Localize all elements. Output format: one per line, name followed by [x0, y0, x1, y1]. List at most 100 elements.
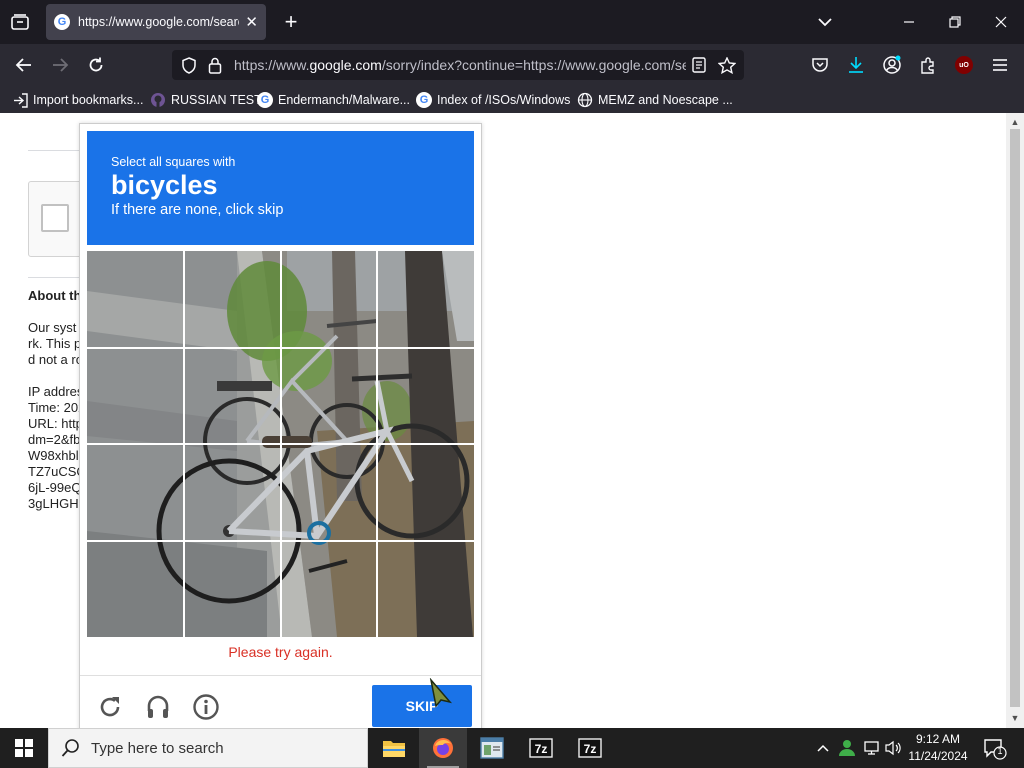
taskbar-search[interactable]: Type here to search [48, 728, 368, 768]
back-button[interactable] [10, 52, 38, 78]
captcha-tile[interactable] [87, 444, 184, 541]
bookmark-label: Import bookmarks... [33, 93, 144, 107]
taskbar-7zip-2[interactable]: 7z [566, 728, 614, 768]
audio-challenge-button[interactable] [142, 691, 174, 723]
user-tray-icon [839, 740, 855, 756]
close-icon [995, 16, 1007, 28]
account-button[interactable] [880, 53, 904, 77]
challenge-header: Select all squares with bicycles If ther… [87, 131, 474, 245]
bookmark-import[interactable]: Import bookmarks... [12, 90, 143, 110]
bookmark-label: Index of /ISOs/Windows [437, 93, 571, 107]
download-icon [849, 57, 863, 73]
taskbar-app-window[interactable] [468, 728, 516, 768]
url-text[interactable]: https://www.google.com/sorry/index?conti… [234, 57, 686, 73]
info-line: 3gLHGH( [28, 496, 83, 511]
restore-button[interactable] [932, 0, 978, 44]
scroll-down-arrow[interactable]: ▼ [1006, 711, 1024, 725]
pocket-icon [812, 58, 828, 72]
tray-people[interactable] [836, 728, 858, 768]
shield-icon[interactable] [180, 56, 198, 74]
body-line: d not a ro [28, 352, 83, 367]
captcha-tile[interactable] [281, 444, 378, 541]
vertical-scrollbar[interactable]: ▲ ▼ [1006, 113, 1024, 728]
challenge-instruction: Select all squares with [111, 155, 236, 169]
7zip-icon: 7z [578, 738, 602, 758]
bookmark-russian-test[interactable]: RUSSIAN TEST [150, 90, 262, 110]
scroll-up-arrow[interactable]: ▲ [1006, 115, 1024, 129]
taskbar-file-explorer[interactable] [370, 728, 418, 768]
bookmark-memz[interactable]: MEMZ and Noescape ... [577, 90, 733, 110]
start-button[interactable] [0, 728, 48, 768]
clock[interactable]: 9:12 AM 11/24/2024 [904, 731, 972, 765]
close-icon[interactable]: ✕ [245, 13, 258, 31]
network-button[interactable] [860, 728, 882, 768]
captcha-tile[interactable] [281, 251, 378, 348]
help-button[interactable] [190, 691, 222, 723]
captcha-tile[interactable] [281, 348, 378, 445]
forward-arrow-icon [53, 58, 69, 72]
recaptcha-checkbox[interactable] [41, 204, 69, 232]
reader-view-icon[interactable] [690, 57, 708, 73]
window-close-button[interactable] [978, 0, 1024, 44]
reload-button[interactable] [82, 52, 110, 78]
extensions-button[interactable] [916, 53, 940, 77]
tab-google-search[interactable]: G https://www.google.com/search ✕ [46, 4, 266, 40]
chevron-up-icon [817, 744, 829, 752]
volume-button[interactable] [883, 728, 905, 768]
app-menu-button[interactable] [988, 53, 1012, 77]
pocket-button[interactable] [808, 53, 832, 77]
list-all-tabs-button[interactable] [812, 10, 838, 34]
captcha-tile[interactable] [87, 541, 184, 638]
show-hidden-icons-button[interactable] [812, 728, 834, 768]
captcha-tile[interactable] [377, 348, 474, 445]
minimize-button[interactable] [886, 0, 932, 44]
captcha-tile[interactable] [377, 444, 474, 541]
bookmark-isos-windows[interactable]: G Index of /ISOs/Windows [416, 90, 570, 110]
captcha-tile[interactable] [281, 541, 378, 638]
grid-line [376, 251, 379, 637]
info-line: URL: http [28, 416, 83, 431]
about-heading: About th [28, 288, 82, 303]
info-line: W98xhbl [28, 448, 79, 463]
hamburger-menu-icon [993, 59, 1007, 71]
url-prefix: https://www. [234, 57, 310, 73]
url-bar[interactable]: https://www.google.com/sorry/index?conti… [172, 50, 744, 80]
captcha-tile[interactable] [87, 251, 184, 348]
challenge-target: bicycles [111, 170, 218, 200]
taskbar-firefox[interactable] [419, 728, 467, 768]
svg-text:7z: 7z [535, 742, 548, 756]
bookmarks-toolbar: Import bookmarks... RUSSIAN TEST G Ender… [0, 86, 1024, 113]
google-g: G [416, 92, 432, 108]
bookmark-endermanch[interactable]: G Endermanch/Malware... [257, 90, 410, 110]
divider [80, 675, 481, 676]
downloads-button[interactable] [844, 53, 868, 77]
bookmark-star-icon[interactable] [718, 56, 736, 74]
mouse-cursor-icon [429, 678, 453, 708]
notification-icon [984, 739, 1007, 760]
taskbar-7zip[interactable]: 7z [517, 728, 565, 768]
windows-logo-icon [15, 739, 33, 757]
new-tab-button[interactable]: + [278, 8, 304, 36]
lock-icon[interactable] [206, 57, 224, 74]
app-window-icon [480, 737, 504, 759]
ublock-origin-button[interactable]: uO [952, 53, 976, 77]
challenge-hint: If there are none, click skip [111, 202, 284, 218]
recaptcha-challenge: Select all squares with bicycles If ther… [79, 123, 482, 728]
captcha-tile[interactable] [377, 541, 474, 638]
action-center-button[interactable]: 1 [980, 734, 1008, 762]
captcha-tile[interactable] [184, 541, 281, 638]
forward-button[interactable] [46, 52, 74, 78]
firefox-view-button[interactable] [6, 9, 34, 35]
volume-icon [885, 740, 901, 756]
captcha-tile[interactable] [377, 251, 474, 348]
reload-challenge-button[interactable] [94, 691, 126, 723]
captcha-tile[interactable] [184, 348, 281, 445]
grid-line [87, 539, 474, 542]
skip-button[interactable]: SKIP [372, 685, 472, 727]
scroll-thumb[interactable] [1010, 129, 1020, 707]
captcha-tile[interactable] [184, 444, 281, 541]
captcha-tile[interactable] [184, 251, 281, 348]
error-message: Please try again. [228, 644, 333, 660]
captcha-tile[interactable] [87, 348, 184, 445]
minimize-icon [904, 21, 914, 23]
